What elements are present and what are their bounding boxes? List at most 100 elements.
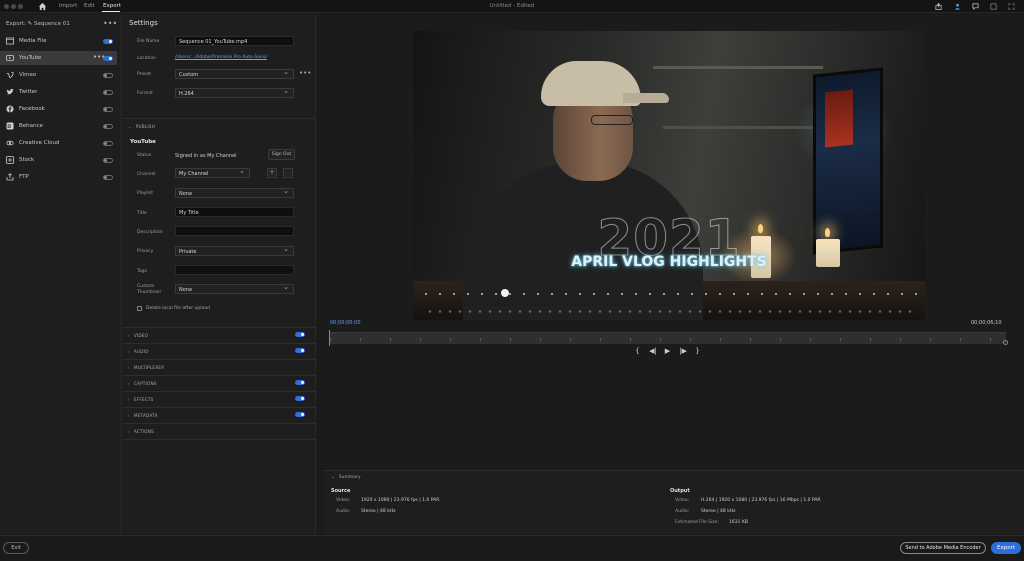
ftp-icon: [6, 173, 14, 181]
monitor-screen-detail: [825, 89, 853, 148]
effects-section-header[interactable]: › EFFECTS: [128, 397, 154, 402]
output-audio-key: Audio:: [675, 509, 690, 514]
section-label: CAPTIONS: [133, 381, 157, 386]
section-label: VIDEO: [133, 333, 149, 338]
playlist-dropdown[interactable]: None: [175, 188, 294, 198]
effects-section-toggle[interactable]: [295, 396, 305, 401]
team-icon[interactable]: [954, 3, 961, 10]
creative-cloud-toggle[interactable]: [103, 140, 113, 146]
export-sequence-header[interactable]: Export: ✎ Sequence 01: [6, 21, 70, 27]
output-video-key: Video:: [675, 498, 690, 503]
preset-dropdown[interactable]: Custom: [175, 69, 294, 79]
format-dropdown[interactable]: H.264: [175, 88, 294, 98]
overlay-dot: [501, 289, 509, 297]
video-section-toggle[interactable]: [295, 332, 305, 337]
play-button[interactable]: ▶: [663, 347, 672, 356]
destination-item-stock[interactable]: Stock: [0, 153, 117, 167]
captions-section-header[interactable]: › CAPTIONS: [128, 381, 157, 386]
destination-item-twitter[interactable]: Twitter: [0, 85, 117, 99]
title-bar: Import Edit Export Untitled - Edited: [0, 0, 1024, 13]
facebook-toggle[interactable]: [103, 106, 113, 112]
custom-thumbnail-dropdown[interactable]: None: [175, 284, 294, 294]
output-heading: Output: [670, 488, 690, 494]
destination-label: YouTube: [19, 54, 42, 61]
decorative-dot-row: [425, 310, 915, 313]
sign-out-button[interactable]: Sign Out: [268, 149, 295, 160]
media-file-toggle[interactable]: [103, 38, 113, 44]
destination-item-behance[interactable]: Behance: [0, 119, 117, 133]
exit-button[interactable]: Exit: [3, 542, 29, 554]
vimeo-toggle[interactable]: [103, 72, 113, 78]
mark-out-button[interactable]: }: [693, 347, 702, 356]
behance-toggle[interactable]: [103, 123, 113, 129]
custom-thumbnail-label-line2: Thumbnail: [137, 290, 161, 295]
destination-item-ftp[interactable]: FTP: [0, 170, 117, 184]
multiplexer-section-header[interactable]: › MULTIPLEXER: [128, 365, 164, 370]
divider: [123, 407, 316, 408]
privacy-dropdown[interactable]: Private: [175, 246, 294, 256]
add-channel-button[interactable]: +: [267, 168, 277, 178]
channel-dropdown[interactable]: My Channel: [175, 168, 250, 178]
comments-icon[interactable]: [972, 3, 979, 10]
estimated-size-value: 1631 KB: [729, 520, 748, 525]
fullscreen-icon[interactable]: [1008, 3, 1015, 10]
chevron-right-icon: ›: [128, 397, 130, 402]
captions-section-toggle[interactable]: [295, 380, 305, 385]
audio-section-toggle[interactable]: [295, 348, 305, 353]
destination-label: FTP: [19, 173, 29, 180]
ftp-toggle[interactable]: [103, 174, 113, 180]
source-heading: Source: [331, 488, 351, 494]
delete-local-file-checkbox[interactable]: [137, 306, 142, 311]
file-name-input[interactable]: Sequence 01_YouTube.mp4: [175, 36, 294, 46]
creative-cloud-icon: [6, 140, 14, 146]
playlist-label: Playlist: [137, 191, 153, 196]
chevron-right-icon: ›: [128, 429, 130, 434]
step-back-button[interactable]: ◀|: [647, 347, 659, 356]
playhead[interactable]: [329, 330, 332, 346]
description-input[interactable]: [175, 226, 294, 236]
destination-item-vimeo[interactable]: Vimeo: [0, 68, 117, 82]
actions-section-header[interactable]: › ACTIONS: [128, 429, 154, 434]
destination-item-youtube[interactable]: YouTube •••: [0, 51, 117, 65]
tags-input[interactable]: [175, 265, 294, 275]
metadata-section-header[interactable]: › METADATA: [128, 413, 158, 418]
behance-icon: [6, 122, 14, 130]
twitter-toggle[interactable]: [103, 89, 113, 95]
current-timecode[interactable]: 00;00;00;00: [330, 320, 361, 326]
location-link[interactable]: /Users/.../Adobe/Premiere Pro Auto-Save/: [175, 55, 267, 60]
destination-item-facebook[interactable]: Facebook: [0, 102, 117, 116]
stock-icon: [6, 156, 14, 164]
summary-header[interactable]: ⌄ Summary: [331, 475, 361, 480]
send-to-media-encoder-button[interactable]: Send to Adobe Media Encoder: [900, 542, 986, 554]
step-forward-button[interactable]: |▶: [677, 347, 689, 356]
timeline-scrubber[interactable]: [330, 332, 1006, 344]
publish-section-header[interactable]: ⌄ PUBLISH: [128, 124, 155, 129]
mark-in-button[interactable]: {: [633, 347, 642, 356]
decorative-dot-row: [419, 293, 919, 295]
out-point-handle[interactable]: [1003, 340, 1008, 345]
divider: [123, 375, 316, 376]
export-button[interactable]: Export: [991, 542, 1021, 554]
estimated-size-key: Estimated File Size:: [675, 520, 719, 525]
destination-item-media-file[interactable]: Media File: [0, 34, 117, 48]
youtube-toggle[interactable]: [103, 55, 113, 61]
destination-label: Behance: [19, 122, 43, 129]
divider: [123, 327, 316, 328]
audio-section-header[interactable]: › AUDIO: [128, 349, 149, 354]
location-label: Location: [137, 56, 157, 61]
divider: [123, 439, 316, 440]
destination-item-creative-cloud[interactable]: Creative Cloud: [0, 136, 117, 150]
window-mode-icon[interactable]: [990, 3, 997, 10]
destinations-more-button[interactable]: •••: [103, 19, 117, 28]
title-input[interactable]: My Title: [175, 207, 294, 217]
video-section-header[interactable]: › VIDEO: [128, 333, 148, 338]
channel-secondary-button[interactable]: [283, 168, 293, 178]
share-icon[interactable]: [935, 3, 942, 10]
section-label: AUDIO: [133, 349, 149, 354]
preset-more-button[interactable]: •••: [299, 69, 311, 77]
stock-toggle[interactable]: [103, 157, 113, 163]
file-name-label: File Name: [137, 39, 160, 44]
section-label: METADATA: [133, 413, 158, 418]
metadata-section-toggle[interactable]: [295, 412, 305, 417]
destination-label: Stock: [19, 156, 35, 163]
